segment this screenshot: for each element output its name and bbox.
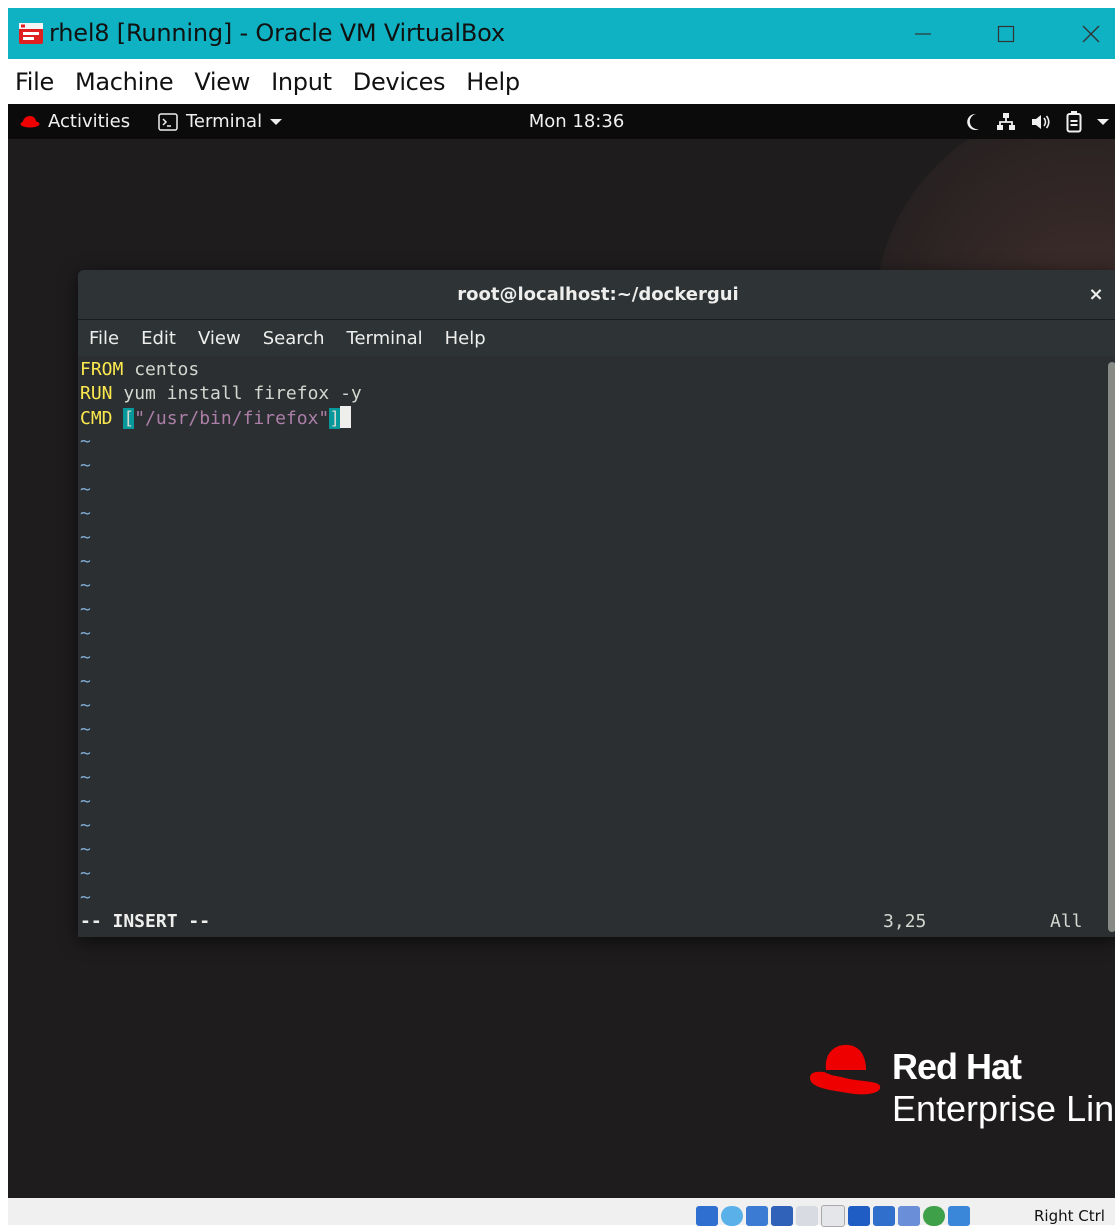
gnome-top-bar: Activities Terminal Mon 18:36 xyxy=(8,104,1115,139)
dockerfile-args: centos xyxy=(123,359,200,380)
vim-tilde-line: ~ xyxy=(80,647,91,668)
system-tray[interactable] xyxy=(965,104,1109,139)
clock[interactable]: Mon 18:36 xyxy=(8,104,1115,139)
terminal-menu-view[interactable]: View xyxy=(198,328,241,349)
guest-additions-icon[interactable] xyxy=(923,1206,945,1226)
bracket-close: ] xyxy=(329,408,341,429)
vbox-menu-help[interactable]: Help xyxy=(466,68,520,96)
virtualbox-icon xyxy=(19,23,43,44)
night-light-icon xyxy=(967,113,979,130)
terminal-menu-edit[interactable]: Edit xyxy=(141,328,176,349)
vim-tilde-line: ~ xyxy=(80,479,91,500)
close-icon xyxy=(1082,25,1100,42)
audio-icon[interactable] xyxy=(746,1206,768,1226)
vim-tilde-line: ~ xyxy=(80,551,91,572)
vbox-menu-view[interactable]: View xyxy=(194,68,250,96)
network-icon xyxy=(997,112,1015,130)
maximize-button[interactable] xyxy=(976,8,1036,59)
vim-tilde-line: ~ xyxy=(80,623,91,644)
hard-disk-icon[interactable] xyxy=(696,1206,718,1226)
vim-line: FROM centos xyxy=(80,358,199,382)
dockerfile-args xyxy=(113,408,124,429)
bracket-open: [ xyxy=(123,408,135,429)
dockerfile-args: yum install firefox -y xyxy=(112,383,362,404)
clock-label: Mon 18:36 xyxy=(528,111,625,132)
dockerfile-keyword: RUN xyxy=(80,383,113,404)
optical-drive-icon[interactable] xyxy=(721,1206,743,1226)
guest-screen[interactable]: Activities Terminal Mon 18:36 root@local… xyxy=(8,104,1115,1198)
dockerfile-keyword: FROM xyxy=(80,359,124,380)
window-title: rhel8 [Running] - Oracle VM VirtualBox xyxy=(49,19,505,47)
vim-mode-indicator: -- INSERT -- xyxy=(80,911,211,932)
terminal-menubar: File Edit View Search Terminal Help xyxy=(78,320,1115,356)
display-icon[interactable] xyxy=(848,1206,870,1226)
terminal-menu-help[interactable]: Help xyxy=(445,328,486,349)
vbox-menu-devices[interactable]: Devices xyxy=(353,68,446,96)
vbox-menubar: File Machine View Input Devices Help xyxy=(8,59,1115,104)
vim-cursor-position: 3,25 xyxy=(883,911,927,932)
dockerfile-keyword: CMD xyxy=(80,408,113,429)
vim-line: RUN yum install firefox -y xyxy=(80,382,362,406)
vim-tilde-line: ~ xyxy=(80,503,91,524)
vbox-status-bar: Right Ctrl xyxy=(8,1198,1115,1227)
vim-line: CMD ["/usr/bin/firefox"] xyxy=(80,406,352,431)
terminal-scrollbar[interactable] xyxy=(1108,362,1115,932)
vim-tilde-line: ~ xyxy=(80,719,91,740)
vim-tilde-line: ~ xyxy=(80,527,91,548)
terminal-title: root@localhost:~/dockergui xyxy=(457,284,739,305)
maximize-icon xyxy=(997,25,1015,42)
vim-tilde-line: ~ xyxy=(80,695,91,716)
brand-line2: Enterprise Linux xyxy=(892,1088,1115,1129)
vbox-status-icons xyxy=(696,1205,970,1227)
vim-tilde-line: ~ xyxy=(80,767,91,788)
dockerfile-string: "/usr/bin/firefox" xyxy=(134,408,330,429)
text-cursor xyxy=(340,406,352,428)
shared-folders-icon[interactable] xyxy=(821,1205,845,1227)
vbox-menu-input[interactable]: Input xyxy=(271,68,332,96)
network-adapter-icon[interactable] xyxy=(771,1206,793,1226)
video-capture-icon[interactable] xyxy=(873,1206,895,1226)
vim-tilde-line: ~ xyxy=(80,599,91,620)
vim-tilde-line: ~ xyxy=(80,815,91,836)
vim-tilde-line: ~ xyxy=(80,431,91,452)
close-button[interactable] xyxy=(1061,8,1115,59)
chevron-down-icon xyxy=(1097,118,1109,125)
battery-icon xyxy=(1066,110,1082,132)
usb-icon[interactable] xyxy=(796,1206,818,1226)
terminal-menu-search[interactable]: Search xyxy=(263,328,325,349)
vim-tilde-line: ~ xyxy=(80,455,91,476)
terminal-close-button[interactable]: × xyxy=(1084,282,1108,306)
vim-tilde-line: ~ xyxy=(80,575,91,596)
vim-tilde-line: ~ xyxy=(80,839,91,860)
window-titlebar[interactable]: rhel8 [Running] - Oracle VM VirtualBox xyxy=(8,8,1115,59)
redhat-logo: Red Hat Enterprise Linux xyxy=(808,1040,1115,1140)
terminal-titlebar[interactable]: root@localhost:~/dockergui × xyxy=(78,270,1115,320)
keyboard-capture-icon[interactable] xyxy=(948,1206,970,1226)
terminal-text-area[interactable]: FROM centos RUN yum install firefox -y C… xyxy=(78,356,1102,937)
vim-tilde-line: ~ xyxy=(80,743,91,764)
mouse-integration-icon[interactable] xyxy=(898,1206,920,1226)
minimize-icon xyxy=(915,32,931,35)
terminal-window[interactable]: root@localhost:~/dockergui × File Edit V… xyxy=(78,270,1115,937)
vim-tilde-line: ~ xyxy=(80,791,91,812)
vbox-menu-file[interactable]: File xyxy=(15,68,54,96)
vim-tilde-line: ~ xyxy=(80,671,91,692)
brand-line1: Red Hat xyxy=(892,1046,1022,1087)
vbox-menu-machine[interactable]: Machine xyxy=(75,68,174,96)
vim-tilde-line: ~ xyxy=(80,863,91,884)
host-key-label: Right Ctrl xyxy=(1034,1207,1105,1225)
minimize-button[interactable] xyxy=(893,8,953,59)
vim-scroll-position: All xyxy=(1050,911,1083,932)
vim-tilde-line: ~ xyxy=(80,887,91,908)
volume-icon xyxy=(1032,114,1050,129)
terminal-menu-terminal[interactable]: Terminal xyxy=(347,328,423,349)
terminal-menu-file[interactable]: File xyxy=(89,328,119,349)
redhat-hat-icon xyxy=(810,1044,881,1095)
